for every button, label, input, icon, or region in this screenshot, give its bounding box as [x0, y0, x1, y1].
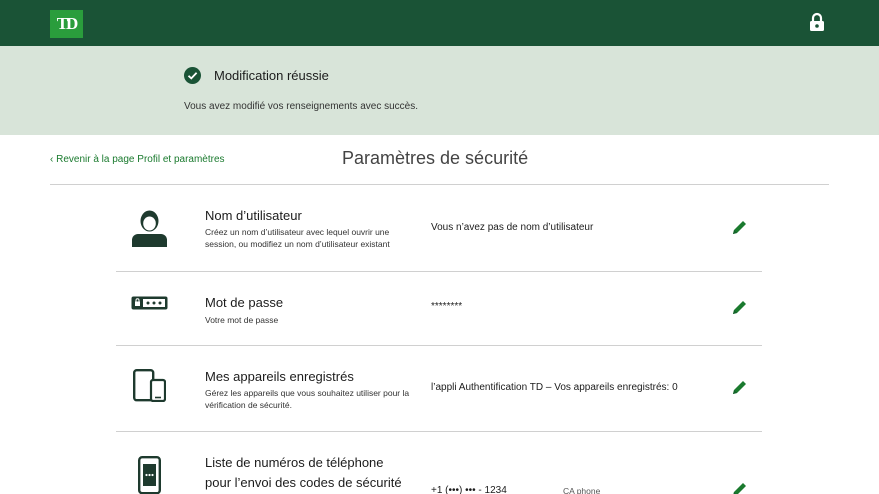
- password-title: Mot de passe: [205, 295, 284, 310]
- divider: [50, 184, 829, 185]
- password-desc: Votre mot de passe: [205, 315, 279, 325]
- devices-title: Mes appareils enregistrés: [205, 369, 354, 384]
- check-circle-icon: [184, 67, 201, 84]
- td-logo[interactable]: TD: [50, 10, 83, 38]
- pencil-icon[interactable]: [731, 481, 748, 494]
- row-divider: [116, 431, 762, 432]
- password-icon: [131, 296, 168, 310]
- devices-desc: Gérez les appareils que vous souhaitez u…: [205, 388, 410, 410]
- phone-list-title-line2: pour l’envoi des codes de sécurité: [205, 475, 402, 490]
- username-value: Vous n’avez pas de nom d’utilisateur: [431, 222, 594, 233]
- row-divider: [116, 271, 762, 272]
- logo-text: TD: [56, 14, 79, 33]
- lock-icon[interactable]: [808, 12, 826, 32]
- banner-title: Modification réussie: [214, 68, 329, 83]
- username-desc: Créez un nom d’utilisateur avec lequel o…: [205, 227, 390, 249]
- phone-number-value: +1 (•••) ••• - 1234: [431, 485, 507, 494]
- phone-type-label: CA phone: [563, 486, 601, 494]
- phone-icon: [138, 456, 161, 494]
- devices-icon: [133, 369, 166, 402]
- top-header: TD: [0, 0, 879, 46]
- banner-message: Vous avez modifié vos renseignements ave…: [184, 101, 419, 112]
- devices-value: l’appli Authentification TD – Vos appare…: [431, 382, 678, 393]
- success-banner: [0, 46, 879, 135]
- back-to-profile-link[interactable]: ‹ Revenir à la page Profil et paramètres: [50, 154, 225, 165]
- pencil-icon[interactable]: [731, 299, 748, 316]
- user-icon: [132, 210, 167, 247]
- pencil-icon[interactable]: [731, 219, 748, 236]
- username-title: Nom d’utilisateur: [205, 208, 302, 223]
- phone-list-title-line1: Liste de numéros de téléphone: [205, 455, 384, 470]
- password-value: ********: [431, 301, 463, 312]
- page-title: Paramètres de sécurité: [342, 148, 529, 168]
- pencil-icon[interactable]: [731, 379, 748, 396]
- row-divider: [116, 345, 762, 346]
